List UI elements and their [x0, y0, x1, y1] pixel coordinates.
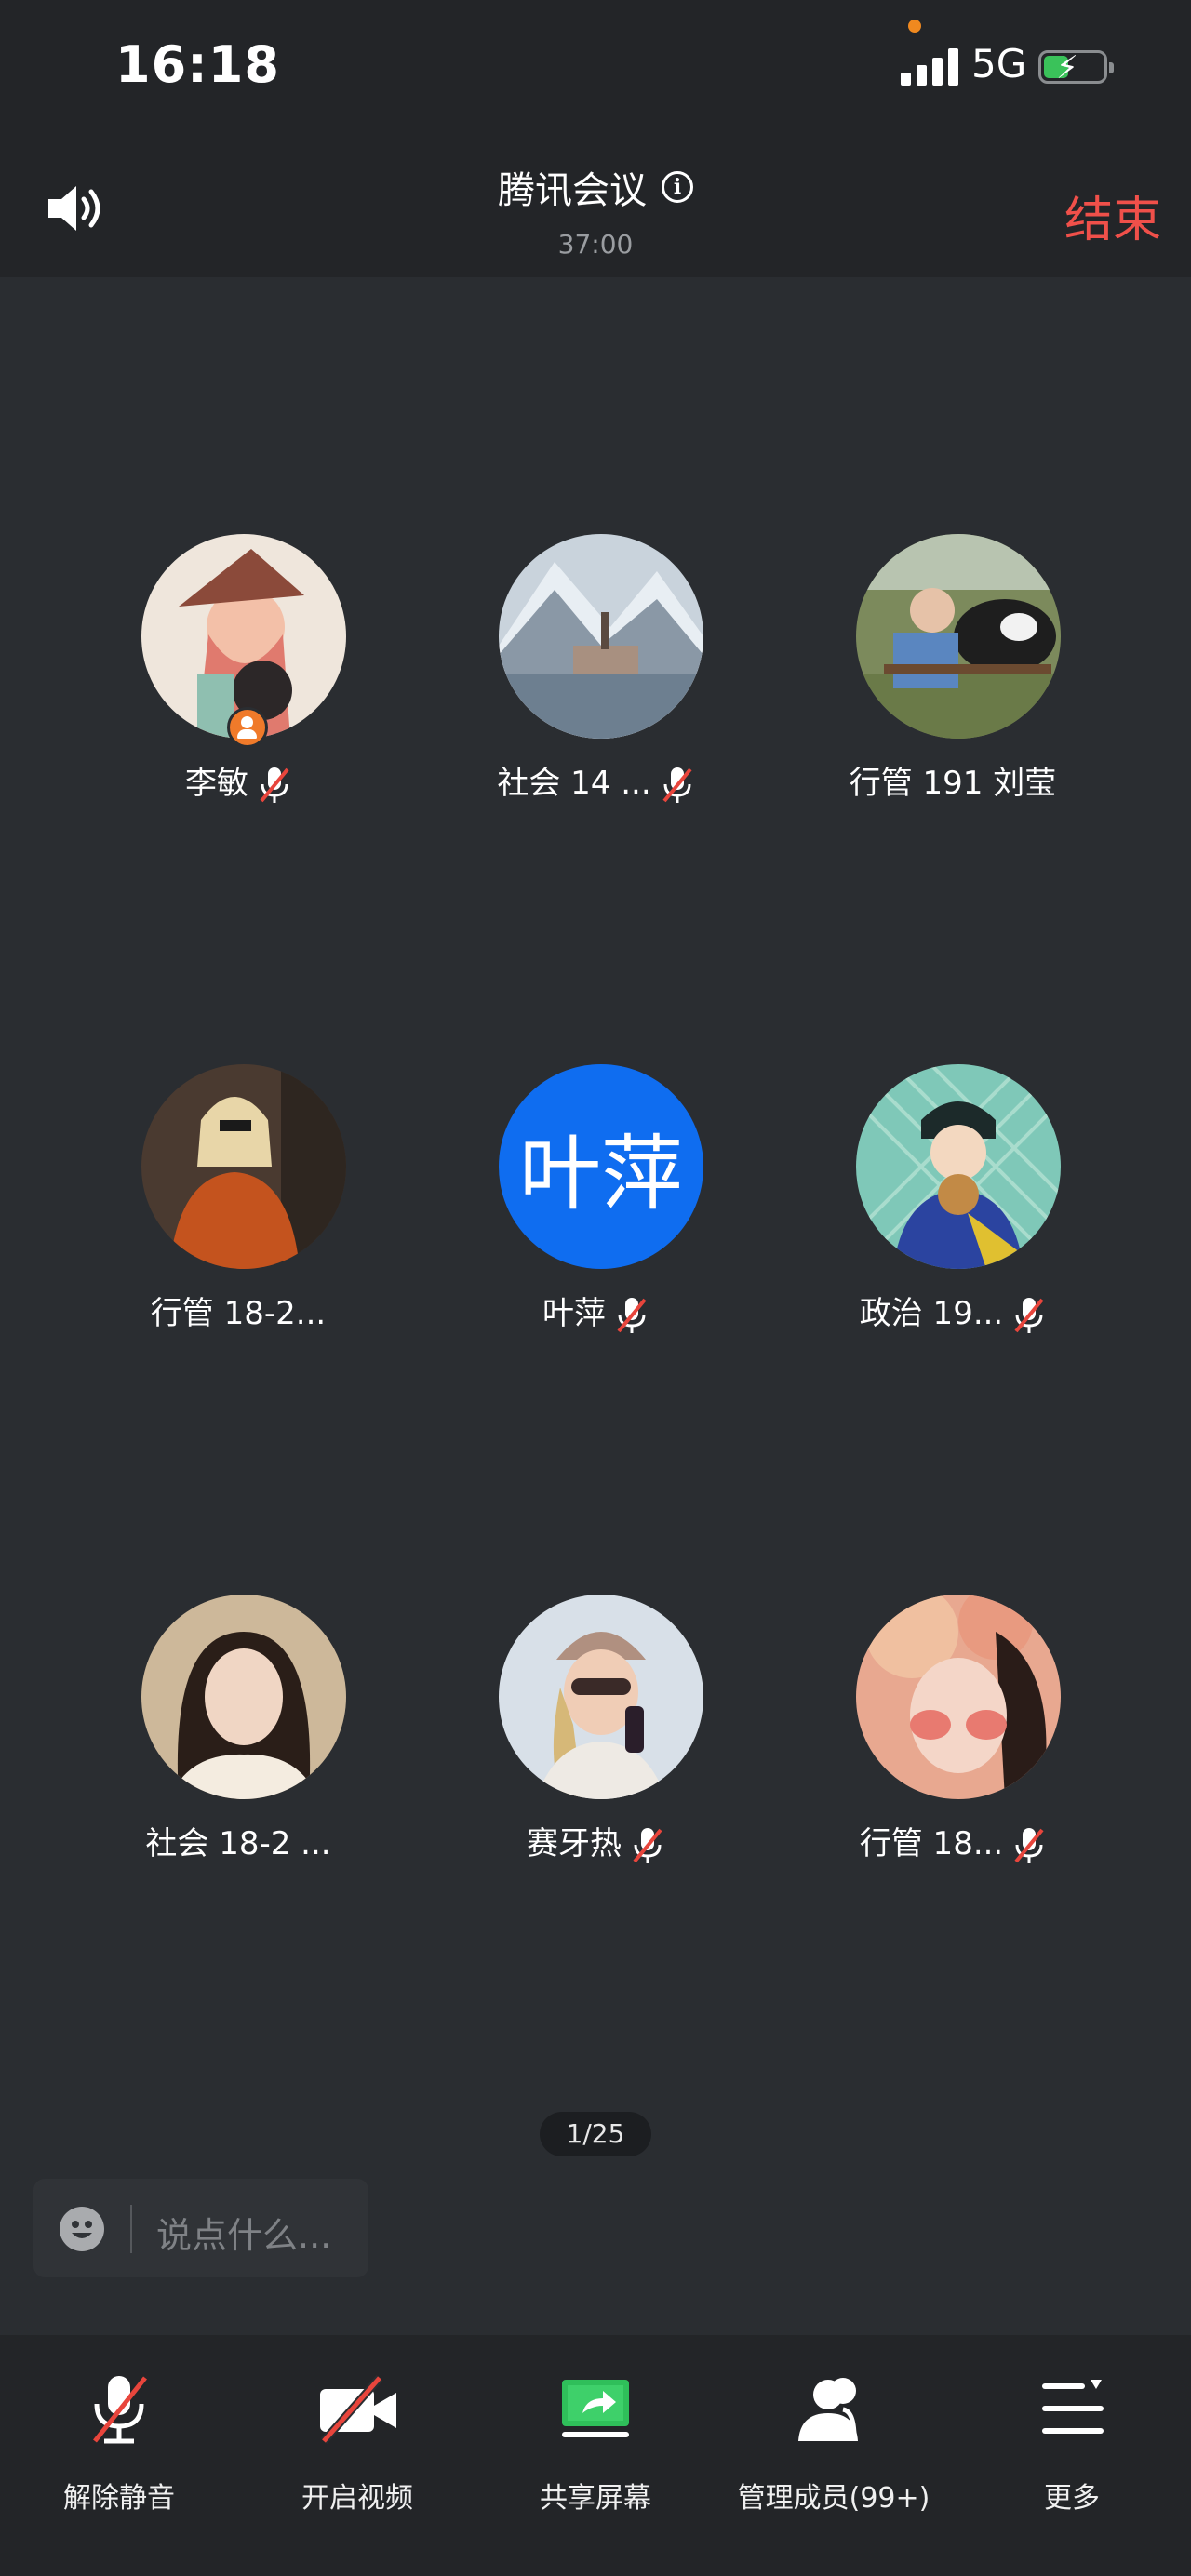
members-icon	[798, 2378, 858, 2441]
participant-tile[interactable]: 行管 18...	[774, 1595, 1131, 1874]
avatar	[856, 534, 1061, 739]
participant-tile[interactable]: 李敏	[60, 534, 417, 813]
toolbar-label: 开启视频	[301, 2482, 413, 2515]
participant-tile[interactable]: 社会 18-2 ...	[60, 1595, 417, 1874]
status-time: 16:18	[115, 35, 280, 94]
bottom-toolbar: 解除静音 开启视频 共享屏幕 管理成员(99+) 更多	[0, 2335, 1191, 2576]
info-icon[interactable]: i	[662, 171, 693, 203]
more-icon	[1042, 2380, 1104, 2434]
mic-muted-icon	[617, 1297, 647, 1333]
participant-name: 行管 191 刘莹	[849, 765, 1057, 802]
camera-off-icon	[320, 2375, 396, 2444]
privacy-indicator-dot	[908, 20, 921, 33]
chat-placeholder: 说点什么...	[156, 2215, 332, 2256]
meeting-duration: 37:00	[557, 229, 634, 260]
participant-tile[interactable]: 社会 14 ...	[417, 534, 774, 813]
manage-members-button[interactable]: 管理成员(99+)	[715, 2363, 953, 2515]
avatar	[856, 1595, 1061, 1799]
participant-name: 叶萍	[542, 1295, 606, 1332]
chat-input[interactable]: 说点什么...	[33, 2179, 368, 2277]
share-screen-button[interactable]: 共享屏幕	[476, 2363, 715, 2515]
avatar	[499, 1595, 703, 1799]
unmute-button[interactable]: 解除静音	[0, 2363, 238, 2515]
avatar: 叶萍	[499, 1064, 703, 1269]
participant-name: 政治 19...	[859, 1295, 1004, 1332]
participant-name: 社会 14 ...	[497, 765, 651, 802]
mic-muted-icon	[1014, 1827, 1044, 1863]
mic-muted-icon	[93, 2376, 147, 2444]
network-type: 5G	[971, 41, 1027, 87]
participant-tile[interactable]: 行管 18-2...	[60, 1064, 417, 1343]
participant-tile[interactable]: 赛牙热	[417, 1595, 774, 1874]
toolbar-label: 解除静音	[63, 2482, 175, 2515]
toolbar-label: 共享屏幕	[540, 2482, 651, 2515]
avatar	[499, 534, 703, 739]
battery-icon: ⚡	[1038, 49, 1114, 87]
page-indicator: 1/25	[540, 2112, 651, 2156]
participant-tile[interactable]: 行管 191 刘莹	[774, 534, 1131, 813]
mic-muted-icon	[662, 767, 692, 803]
host-badge-icon	[227, 707, 268, 748]
participant-name: 李敏	[185, 765, 248, 802]
mic-muted-icon	[633, 1827, 662, 1863]
toolbar-label: 更多	[1044, 2482, 1100, 2515]
meeting-header: 腾讯会议 i 37:00 结束	[0, 140, 1191, 277]
end-meeting-button[interactable]: 结束	[1064, 180, 1161, 250]
start-video-button[interactable]: 开启视频	[238, 2363, 476, 2515]
participant-tile[interactable]: 政治 19...	[774, 1064, 1131, 1343]
mic-muted-icon	[260, 767, 289, 803]
share-screen-icon	[562, 2380, 629, 2437]
participant-name: 行管 18-2...	[150, 1295, 327, 1332]
participant-name: 社会 18-2 ...	[145, 1825, 331, 1862]
participant-name: 赛牙热	[527, 1825, 622, 1862]
signal-icon	[901, 48, 958, 86]
participant-name: 行管 18...	[859, 1825, 1004, 1862]
avatar	[141, 1064, 346, 1269]
emoji-icon[interactable]	[60, 2207, 104, 2251]
avatar	[856, 1064, 1061, 1269]
chat-divider	[130, 2205, 132, 2253]
toolbar-label: 管理成员(99+)	[737, 2482, 930, 2515]
avatar	[141, 1595, 346, 1799]
status-bar: 16:18 5G ⚡	[0, 0, 1191, 140]
mic-muted-icon	[1014, 1297, 1044, 1333]
participant-tile[interactable]: 叶萍 叶萍	[417, 1064, 774, 1343]
meeting-title[interactable]: 腾讯会议	[498, 160, 647, 214]
more-button[interactable]: 更多	[953, 2363, 1191, 2515]
